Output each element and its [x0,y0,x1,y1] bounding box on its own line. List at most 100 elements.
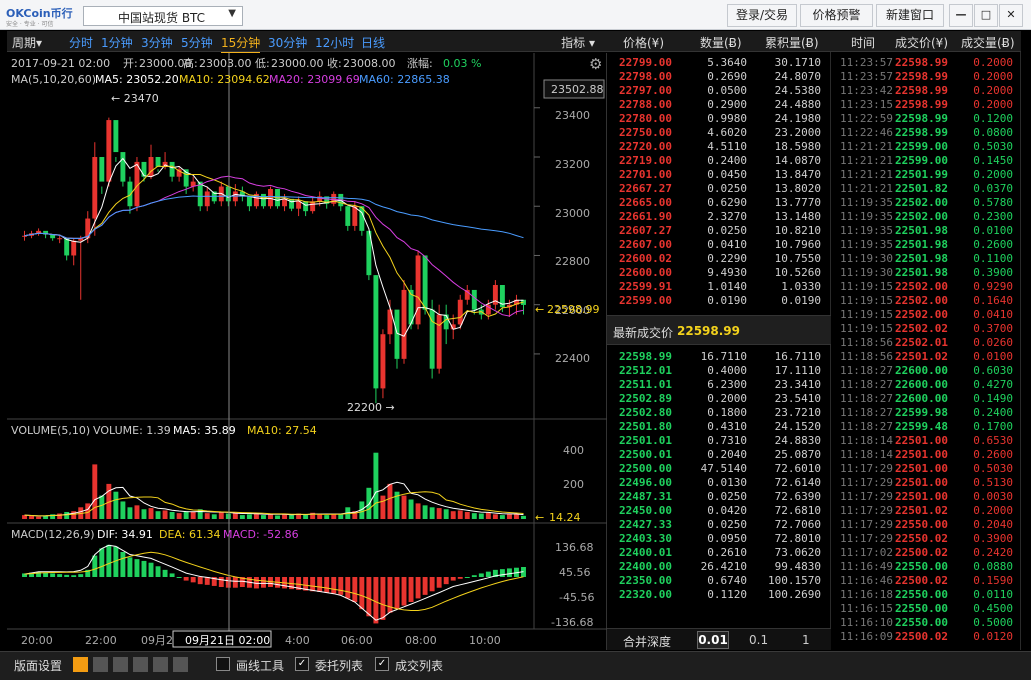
bid-row[interactable]: 22500.01 0.2040 25.0870 [607,448,831,462]
bid-row[interactable]: 22400.00 26.4210 99.4830 [607,560,831,574]
close-button[interactable]: ✕ [999,4,1023,27]
bid-row[interactable]: 22502.80 0.1800 23.7210 [607,406,831,420]
period-dropdown[interactable]: 周期▾ [12,34,42,51]
ask-row[interactable]: 22665.00 0.6290 13.7770 [607,196,831,210]
tab-timeframe-30m[interactable]: 30分钟 [268,34,307,51]
layout-5-icon[interactable] [153,657,168,672]
bid-qty: 0.4310 [707,420,747,433]
new-window-button[interactable]: 新建窗口 [876,4,944,27]
ask-row[interactable]: 22607.00 0.0410 10.7960 [607,238,831,252]
bid-row[interactable]: 22502.89 0.2000 23.5410 [607,392,831,406]
layout-3-icon[interactable] [113,657,128,672]
bid-row[interactable]: 22500.00 47.5140 72.6010 [607,462,831,476]
ask-row[interactable]: 22599.91 1.0140 1.0330 [607,280,831,294]
macd-bar [373,577,379,624]
layout-6-icon[interactable] [173,657,188,672]
trade-volume: 0.4500 [973,602,1013,615]
tab-timeframe-15m[interactable]: 15分钟 [221,34,261,54]
trade-time: 11:18:56 [840,350,893,363]
tab-timeframe-12h[interactable]: 12小时 [315,34,354,51]
orders-list-checkbox[interactable]: ✓ [295,657,309,671]
ask-price: 22720.00 [619,140,672,153]
tab-timeframe-daily[interactable]: 日线 [361,34,385,51]
depth-option-01[interactable]: 0.1 [749,633,768,647]
bid-cum: 100.1570 [768,574,821,587]
bid-cum: 72.8010 [774,532,821,545]
bid-row[interactable]: 22501.80 0.4310 24.1520 [607,420,831,434]
price-alert-button[interactable]: 价格预警 [800,4,873,27]
trade-time: 11:23:57 [840,56,893,69]
ask-row[interactable]: 22780.00 0.9980 24.1980 [607,112,831,126]
bid-row[interactable]: 22427.33 0.0250 72.7060 [607,518,831,532]
ask-row[interactable]: 22720.00 4.5110 18.5980 [607,140,831,154]
tab-timeframe-5m[interactable]: 5分钟 [181,34,213,51]
ask-row[interactable]: 22667.27 0.0250 13.8020 [607,182,831,196]
tab-timeframe-3m[interactable]: 3分钟 [141,34,173,51]
ask-row[interactable]: 22798.00 0.2690 24.8070 [607,70,831,84]
bid-row[interactable]: 22487.31 0.0250 72.6390 [607,490,831,504]
layout-1-icon[interactable] [73,657,88,672]
volume-bar [92,464,98,519]
ask-row[interactable]: 22701.00 0.0450 13.8470 [607,168,831,182]
bid-row[interactable]: 22501.01 0.7310 24.8830 [607,434,831,448]
bid-row[interactable]: 22512.01 0.4000 17.1110 [607,364,831,378]
indicator-dropdown[interactable]: 指标 ▾ [561,34,595,51]
ask-row[interactable]: 22600.02 0.2290 10.7550 [607,252,831,266]
maximize-button[interactable]: □ [974,4,998,27]
bid-row[interactable]: 22511.01 6.2300 23.3410 [607,378,831,392]
ask-row[interactable]: 22600.00 9.4930 10.5260 [607,266,831,280]
volume-marker-arrow: ← [535,511,544,524]
layout-4-icon[interactable] [133,657,148,672]
ohlc-low: 23000.00 [271,57,324,70]
volume-ma10: MA10: 27.54 [247,424,317,437]
trade-row: 11:23:15 22598.99 0.2000 [831,98,1021,112]
bid-row[interactable]: 22350.00 0.6740 100.1570 [607,574,831,588]
depth-option-1[interactable]: 1 [802,633,810,647]
trade-volume: 0.3900 [973,266,1013,279]
ask-row[interactable]: 22607.27 0.0250 10.8210 [607,224,831,238]
minimize-button[interactable]: — [949,4,973,27]
draw-tools-checkbox[interactable] [216,657,230,671]
bid-price: 22501.01 [619,434,672,447]
tab-timeframe-1m[interactable]: 1分钟 [101,34,133,51]
bid-cum: 25.0870 [774,448,821,461]
book-header-cum: 累积量(Ƀ) [765,36,819,50]
trade-price: 22501.98 [895,238,948,251]
ask-row[interactable]: 22661.90 2.3270 13.1480 [607,210,831,224]
bid-row[interactable]: 22403.30 0.0950 72.8010 [607,532,831,546]
trade-price: 22501.02 [895,504,948,517]
ask-row[interactable]: 22799.00 5.3640 30.1710 [607,56,831,70]
bid-row[interactable]: 22320.00 0.1120 100.2690 [607,588,831,602]
layout-2-icon[interactable] [93,657,108,672]
gear-icon[interactable]: ⚙ [589,55,602,73]
volume-bar [429,507,435,519]
market-select[interactable]: 中国站现货 BTC ▼ [83,6,243,26]
ask-row[interactable]: 22719.00 0.2400 14.0870 [607,154,831,168]
ask-row[interactable]: 22788.00 0.2900 24.4880 [607,98,831,112]
last-price-box: 最新成交价 22598.99 [607,315,831,345]
macd-bar [148,562,154,577]
tab-timeframe-tick[interactable]: 分时 [69,34,93,51]
trade-volume: 0.5030 [973,140,1013,153]
ask-row[interactable]: 22797.00 0.0500 24.5380 [607,84,831,98]
trade-time: 11:16:49 [840,560,893,573]
trade-volume: 0.1640 [973,294,1013,307]
trade-row: 11:18:27 22599.48 0.1700 [831,420,1021,434]
login-trade-button[interactable]: 登录/交易 [727,4,797,27]
ask-row[interactable]: 22750.00 4.6020 23.2000 [607,126,831,140]
depth-option-001[interactable]: 0.01 [697,631,729,649]
bid-row[interactable]: 22450.00 0.0420 72.6810 [607,504,831,518]
trade-price: 22500.02 [895,630,948,643]
bid-row[interactable]: 22400.01 0.2610 73.0620 [607,546,831,560]
trade-history-header: 时间 成交价(¥) 成交量(Ƀ) [831,31,1021,52]
trade-row: 11:18:14 22501.00 0.6530 [831,434,1021,448]
kline-chart[interactable]: 2017-09-21 02:00 开: 23000.00 高: 23003.00… [7,53,607,650]
kline-chart-svg[interactable]: 2017-09-21 02:00 开: 23000.00 高: 23003.00… [7,53,607,650]
trades-list-checkbox[interactable]: ✓ [375,657,389,671]
bid-row[interactable]: 22496.00 0.0130 72.6140 [607,476,831,490]
ask-row[interactable]: 22599.00 0.0190 0.0190 [607,294,831,308]
bid-row[interactable]: 22598.99 16.7110 16.7110 [607,350,831,364]
trade-time: 11:16:10 [840,616,893,629]
macd-bar [71,575,77,577]
volume-bar [225,513,231,519]
